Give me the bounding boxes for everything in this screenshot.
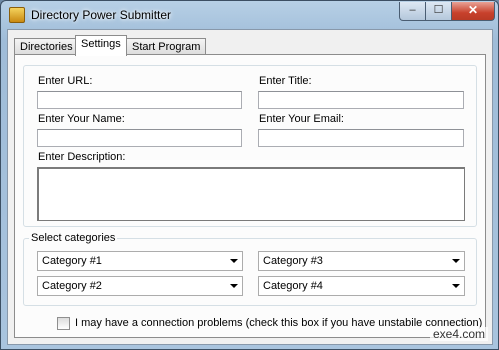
chevron-down-icon <box>230 259 238 263</box>
categories-legend: Select categories <box>29 232 118 244</box>
connection-checkbox-label[interactable]: I may have a connection problems (check … <box>75 317 482 329</box>
tab-start-program[interactable]: Start Program <box>126 38 207 55</box>
category-select-3-value: Category #3 <box>263 255 323 267</box>
title-label: Enter Title: <box>259 75 312 87</box>
settings-panel: Enter URL: Enter Title: Enter Your Name:… <box>14 54 486 338</box>
category-select-4[interactable]: Category #4 <box>258 276 465 296</box>
window-title: Directory Power Submitter <box>31 8 172 22</box>
watermark-logo: exe4.com <box>429 327 488 341</box>
email-label: Enter Your Email: <box>259 113 344 125</box>
name-label: Enter Your Name: <box>38 113 125 125</box>
category-select-3[interactable]: Category #3 <box>258 251 465 271</box>
category-select-2[interactable]: Category #2 <box>37 276 243 296</box>
email-input[interactable] <box>258 129 464 147</box>
minimize-icon: – <box>409 4 416 16</box>
maximize-icon: ☐ <box>433 4 444 16</box>
chevron-down-icon <box>230 284 238 288</box>
category-select-2-value: Category #2 <box>42 280 102 292</box>
chevron-down-icon <box>452 284 460 288</box>
title-input[interactable] <box>258 91 464 109</box>
close-button[interactable]: ✕ <box>451 2 495 21</box>
title-bar[interactable]: Directory Power Submitter – ☐ ✕ <box>1 1 498 29</box>
app-window: Directory Power Submitter – ☐ ✕ Director… <box>0 0 499 350</box>
url-label: Enter URL: <box>38 75 93 87</box>
connection-checkbox[interactable] <box>57 317 70 330</box>
chevron-down-icon <box>452 259 460 263</box>
minimize-button[interactable]: – <box>399 2 426 21</box>
category-select-1[interactable]: Category #1 <box>37 251 243 271</box>
description-textarea[interactable] <box>37 167 465 221</box>
url-input[interactable] <box>37 91 242 109</box>
tab-settings[interactable]: Settings <box>75 35 127 56</box>
close-icon: ✕ <box>467 3 479 17</box>
category-select-1-value: Category #1 <box>42 255 102 267</box>
category-select-4-value: Category #4 <box>263 280 323 292</box>
tab-directories[interactable]: Directories <box>14 38 79 55</box>
name-input[interactable] <box>37 129 242 147</box>
client-area: Directories Settings Start Program Enter… <box>7 29 493 345</box>
app-icon <box>9 7 25 23</box>
description-label: Enter Description: <box>38 151 126 163</box>
maximize-button[interactable]: ☐ <box>425 2 452 21</box>
